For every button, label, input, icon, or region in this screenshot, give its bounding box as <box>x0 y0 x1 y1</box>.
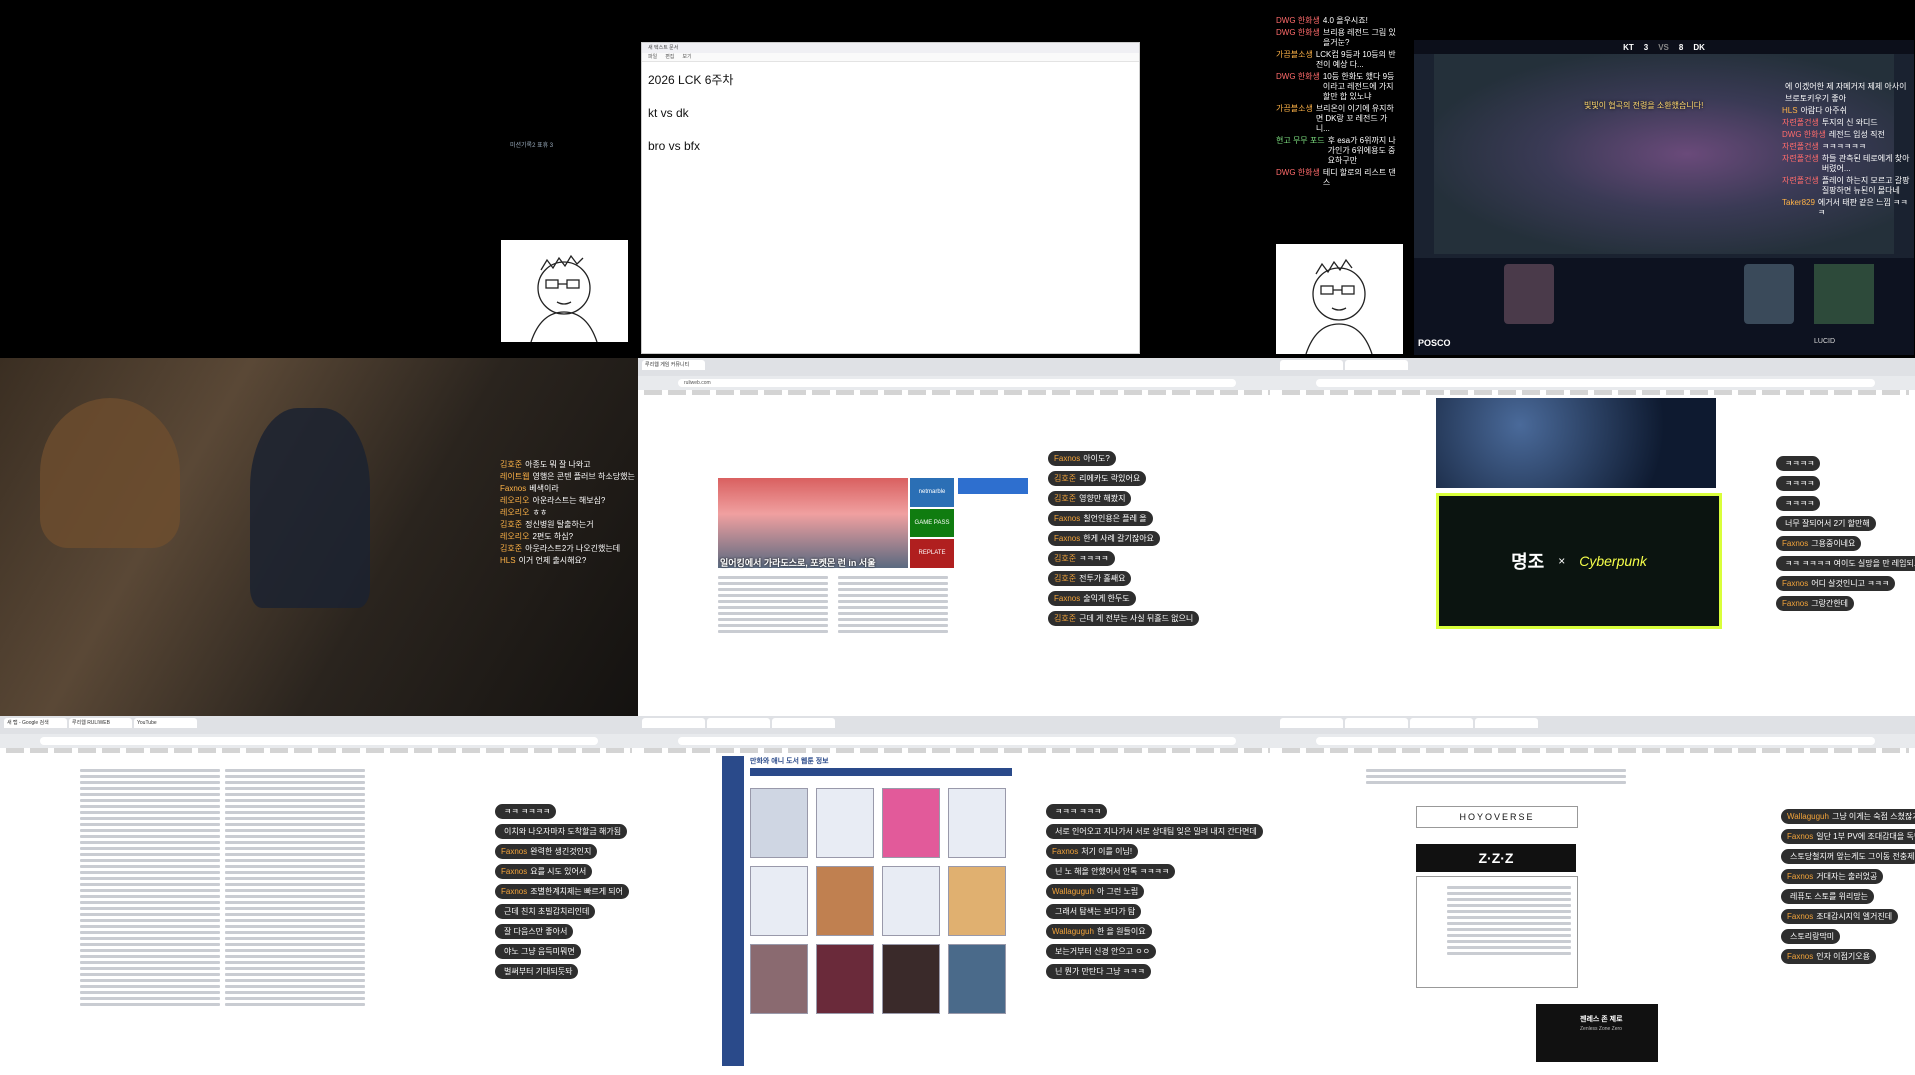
login-box[interactable] <box>958 478 1028 494</box>
game-card[interactable]: 젠레스 존 제로 Zenless Zone Zero <box>1536 1004 1658 1062</box>
chat-message: 가끔블소생 브리온이 이기에 유지하면 DK랑 꼬 레전드 가니... <box>1276 104 1394 133</box>
browser-chrome: 새 탭 - Google 검색 루리웹 RULIWEB YouTube <box>0 716 638 753</box>
sponsor-right: LUCID <box>1814 338 1836 345</box>
team-right: DK <box>1693 42 1705 52</box>
browser-promo-page: 명조 × Cyberpunk ㅋㅋㅋㅋ ㅋㅋㅋㅋ ㅋㅋㅋㅋ 너무 잘되어서 2기… <box>1276 358 1915 716</box>
thumbnail[interactable] <box>882 788 940 858</box>
team-left: KT <box>1623 42 1634 52</box>
menu-view[interactable]: 보기 <box>682 53 691 61</box>
browser-chrome <box>1276 716 1915 753</box>
notepad-menu: 파일 편집 보기 <box>642 53 1139 62</box>
menu-file[interactable]: 파일 <box>648 53 657 61</box>
webcam-sketch <box>501 240 628 343</box>
chat-message: 가끔블소생 LCK컵 9등과 10등의 반전이 예상 다... <box>1276 50 1396 69</box>
chat-message: DWG 한화생 테디 할로의 리스트 댄스 <box>1276 168 1396 187</box>
infobox <box>1416 876 1578 988</box>
webcam-sketch <box>1276 244 1403 355</box>
article-list-right[interactable] <box>838 573 948 636</box>
character-left <box>40 398 180 548</box>
browser-ruliweb: 루리웹 게임 커뮤니티 ruliweb.com 일어킹에서 가라도스로, 포켓몬… <box>638 358 1276 716</box>
browser-tab[interactable]: YouTube <box>134 718 197 728</box>
address-bar[interactable]: ruliweb.com <box>678 379 1236 387</box>
thumbnail[interactable] <box>816 788 874 858</box>
live-chat: 김호준 아종도 뭐 잘 나와고 레이트웹 영행은 콘텐 플러브 하소당했는 Faxn… <box>500 460 635 565</box>
board-tabs[interactable] <box>750 768 1012 776</box>
thumbnail[interactable] <box>948 866 1006 936</box>
browser-wiki-page: HOYOVERSE Z·Z·Z 젠레스 존 제로 Zenless Zone Ze… <box>1276 716 1915 1075</box>
note-line-2: kt vs dk <box>648 106 689 120</box>
news-banner-image[interactable] <box>718 478 908 568</box>
chat-message: DWG 한화생 10등 한화도 했다 9등이라고 레전드에 가지 할만 합 있노냐 <box>1276 72 1395 101</box>
chat-overlay: ㅋㅋㅋ ㅋㅋㅋ 서로 인어오고 지나가서 서로 상대팀 잊은 밀려 내지 간다면… <box>1046 801 1263 981</box>
promo-netmarble[interactable]: netmarble <box>910 478 954 507</box>
sponsor-left: POSCO <box>1418 338 1451 348</box>
browser-board-list: 새 탭 - Google 검색 루리웹 RULIWEB YouTube ㅋㅋ ㅋ… <box>0 716 638 1075</box>
side-promos: netmarble GAME PASS REPLATE <box>910 478 954 569</box>
movie-stream-panel: 김호준 아종도 뭐 잘 나와고 레이트웹 영행은 콘텐 플러브 하소당했는 Faxn… <box>0 358 638 716</box>
collab-banner[interactable]: 명조 × Cyberpunk <box>1436 493 1722 629</box>
chat-overlay: Faxnos 아이도? 김호준 리에카도 락있어요 김호준 영향만 해봤지 Faxno… <box>1048 448 1200 628</box>
notepad-tab[interactable]: 새 텍스트 문서 <box>642 43 1139 53</box>
promo-replate[interactable]: REPLATE <box>910 539 954 569</box>
live-chat-right: 에 이겠어한 제 자메거저 제제 아사이 브로토키우기 좋아 HLS 아람다 아주… <box>1782 82 1910 217</box>
hud-bottom: POSCO LUCID <box>1414 258 1914 355</box>
board-list-left[interactable] <box>80 766 220 1009</box>
browser-chrome <box>638 716 1276 753</box>
chat-message: DWG 한화생 4.0 올우시죠! <box>1276 16 1368 25</box>
kills-right: 8 <box>1678 42 1684 52</box>
promo-partner: Cyberpunk <box>1579 553 1647 569</box>
browser-chrome: 루리웹 게임 커뮤니티 ruliweb.com <box>638 358 1276 395</box>
kill-banner: 빛빛이 협곡의 전령을 소환했습니다! <box>1584 101 1704 110</box>
chat-message: 현고 무무 포드 후 esa가 6위까지 나가인가 6위에용도 중요하구만 <box>1276 136 1396 165</box>
zzz-logo: Z·Z·Z <box>1416 844 1576 872</box>
menu-edit[interactable]: 편집 <box>665 53 674 61</box>
thumbnail[interactable] <box>948 788 1006 858</box>
chat-message: DWG 한화생 브리용 레전드 그림 있을거눈? <box>1276 28 1396 47</box>
chat-overlay: Wallaguguh 그냥 이게는 숙점 스쳤잖거 Faxnos 일단 1부 PV에… <box>1781 806 1915 966</box>
browser-tab[interactable]: 루리웹 RULIWEB <box>69 718 132 728</box>
minimap <box>1814 264 1874 324</box>
game-title: 젠레스 존 제로 <box>1580 1016 1623 1023</box>
board-list-right[interactable] <box>225 766 365 1009</box>
notepad-body[interactable]: 2026 LCK 6주차 kt vs dk bro vs bfx <box>642 62 1139 164</box>
space-artwork[interactable] <box>1436 398 1716 488</box>
note-line-1: 2026 LCK 6주차 <box>648 73 734 87</box>
multi-window-grid: 미션기록2 표휴 3 새 텍스트 문서 파일 편집 보기 2026 LCK 6주… <box>0 0 1915 1075</box>
kills-left: 3 <box>1643 42 1649 52</box>
article-intro <box>1366 766 1626 787</box>
player-cam-left <box>1504 264 1554 324</box>
notepad-panel: 새 텍스트 문서 파일 편집 보기 2026 LCK 6주차 kt vs dk … <box>638 0 1276 358</box>
chat-overlay: ㅋㅋ ㅋㅋㅋㅋ 이치와 나오자마자 도착할금 해가됨 Faxnos 완력한 생긴것… <box>495 801 629 981</box>
board-sidebar[interactable] <box>722 756 744 1066</box>
notepad-window[interactable]: 새 텍스트 문서 파일 편집 보기 2026 LCK 6주차 kt vs dk … <box>641 42 1140 354</box>
stream-panel-1: 미션기록2 표휴 3 <box>0 0 638 358</box>
news-banner-caption[interactable]: 일어킹에서 가라도스로, 포켓몬 런 in 서울 <box>720 556 875 569</box>
player-cam-right <box>1744 264 1794 324</box>
game-subtitle: Zenless Zone Zero <box>1580 1026 1622 1032</box>
thumbnail[interactable] <box>816 866 874 936</box>
promo-gamepass[interactable]: GAME PASS <box>910 508 954 538</box>
article-list-left[interactable] <box>718 573 828 636</box>
character-right <box>250 408 370 608</box>
thumbnail[interactable] <box>750 866 808 936</box>
thumbnail[interactable] <box>948 944 1006 1014</box>
thumbnail[interactable] <box>882 866 940 936</box>
board-title: 만화와 애니 도서 웹툰 정보 <box>750 758 829 765</box>
note-line-3: bro vs bfx <box>648 139 701 153</box>
thumbnail[interactable] <box>816 944 874 1014</box>
thumbnail[interactable] <box>750 944 808 1014</box>
status-label: 미션기록2 표휴 3 <box>510 143 554 149</box>
thumbnail[interactable] <box>882 944 940 1014</box>
browser-tab[interactable]: 루리웹 게임 커뮤니티 <box>642 360 705 370</box>
chat-overlay: ㅋㅋㅋㅋ ㅋㅋㅋㅋ ㅋㅋㅋㅋ 너무 잘되어서 2기 할만해 Faxnos 그용중이… <box>1776 453 1915 613</box>
browser-chrome <box>1276 358 1915 395</box>
promo-title: 명조 <box>1511 552 1545 572</box>
thumbnail[interactable] <box>750 788 808 858</box>
browser-tab[interactable]: 새 탭 - Google 검색 <box>4 718 67 728</box>
scoreboard: KT 3 VS 8 DK <box>1414 40 1914 54</box>
live-chat-left: DWG 한화생 4.0 올우시죠! DWG 한화생 브리용 레전드 그림 있을거눈?… <box>1276 14 1398 190</box>
browser-manga-board: 만화와 애니 도서 웹툰 정보 ㅋㅋㅋ ㅋㅋㅋ 서로 인어오고 지나가서 서로 … <box>638 716 1276 1075</box>
hoyoverse-logo: HOYOVERSE <box>1416 806 1578 828</box>
